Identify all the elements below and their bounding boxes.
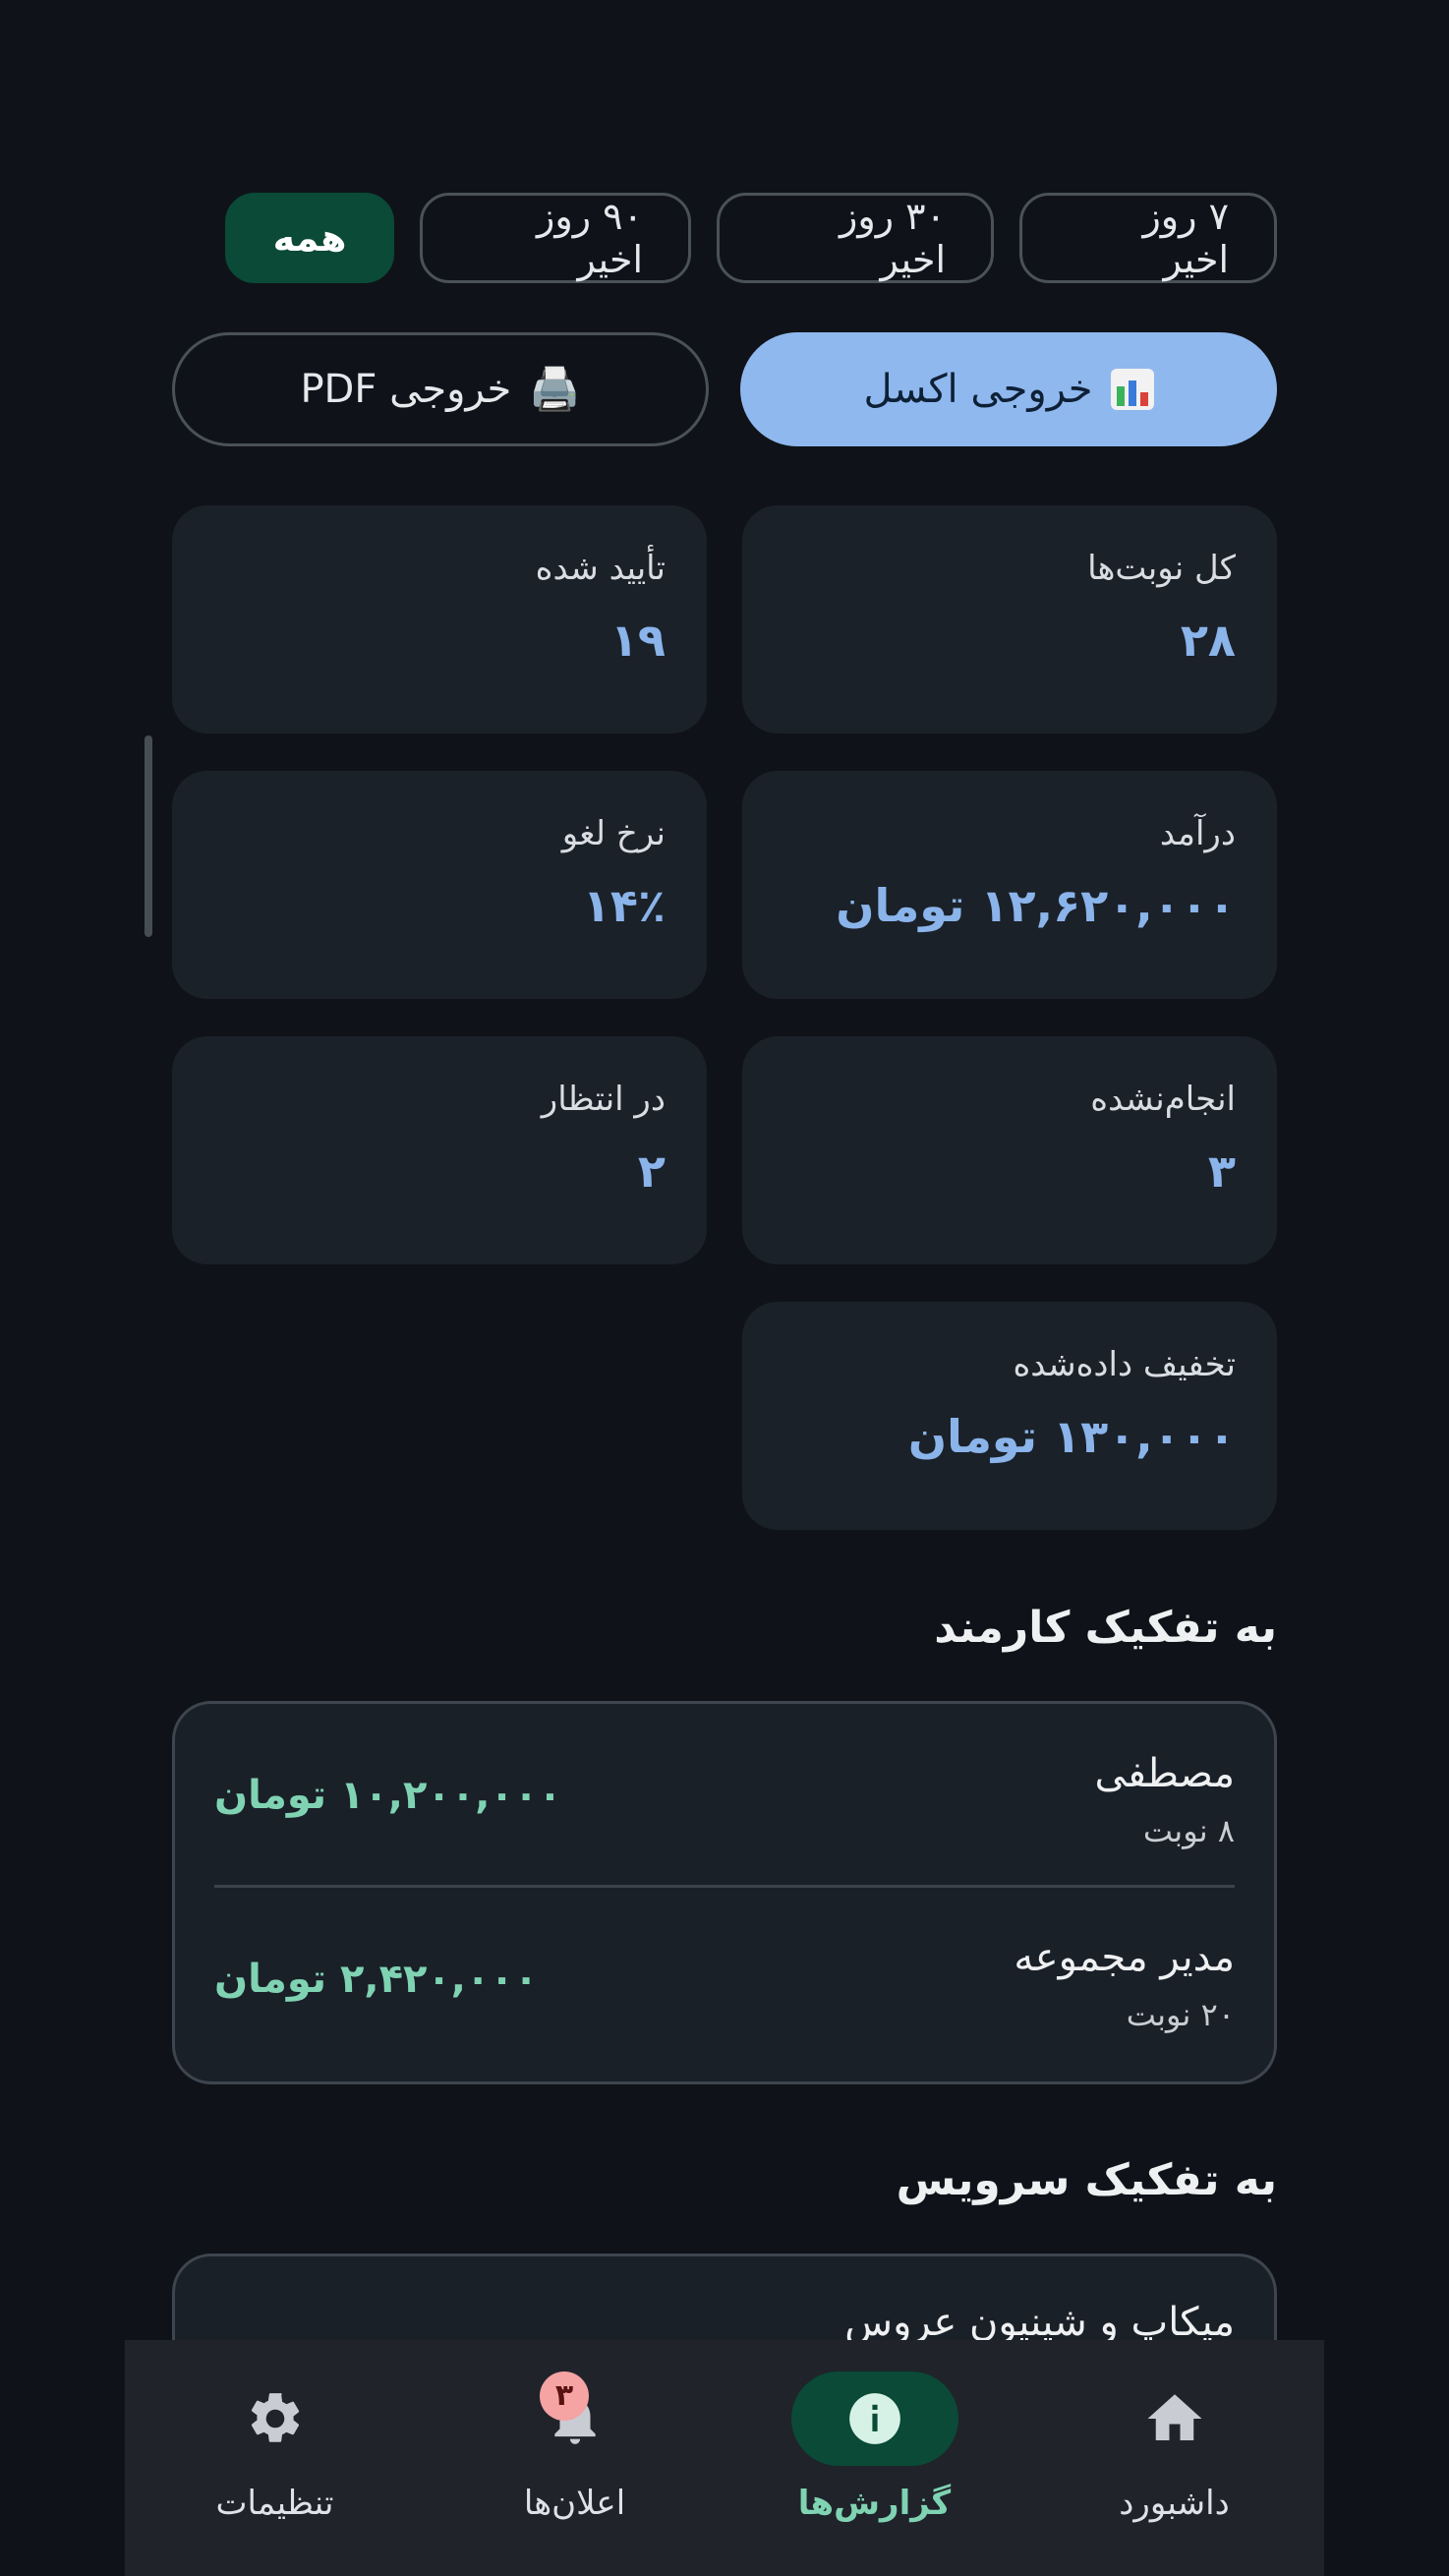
export-excel-label: خروجی اکسل [863,367,1093,412]
staff-name: مصطفی [1094,1751,1236,1796]
nav-label-dashboard: داشبورد [1119,2484,1230,2523]
export-buttons: خروجی اکسل 🖨️ خروجی PDF [172,332,1277,446]
printer-icon: 🖨️ [529,365,581,413]
stat-card-not-done: انجام‌نشده ۳ [742,1036,1277,1264]
stat-value: ۲ [637,1144,666,1198]
stat-value: ۱۲,۶۲۰,۰۰۰ تومان [836,879,1236,932]
stat-card-discount: تخفیف داده‌شده ۱۳۰,۰۰۰ تومان [742,1302,1277,1530]
filter-chip-90-days[interactable]: ۹۰ روز اخیر [420,193,691,283]
stat-label: نرخ لغو [561,814,666,853]
filter-chip-30-days[interactable]: ۳۰ روز اخیر [717,193,994,283]
stat-card-total: کل نوبت‌ها ۲۸ [742,505,1277,733]
list-item: مدیر مجموعه ۲۰ نوبت ۲,۴۲۰,۰۰۰ تومان [214,1885,1235,2069]
export-pdf-button[interactable]: 🖨️ خروجی PDF [172,332,709,446]
nav-item-notifications[interactable]: ۳ اعلان‌ها [425,2340,724,2576]
stat-value: ۱۴٪ [582,879,666,932]
nav-label-settings: تنظیمات [215,2484,334,2523]
staff-amount: ۱۰,۲۰۰,۰۰۰ تومان [214,1773,562,1818]
service-name: میکاپ و شینیون عروس [844,2300,1235,2340]
scrollbar[interactable] [145,735,152,937]
appointment-count: ۸ نوبت [1142,1812,1235,1849]
export-excel-button[interactable]: خروجی اکسل [740,332,1277,446]
bar-chart-icon [1110,369,1154,410]
stat-label: کل نوبت‌ها [1087,549,1236,588]
reports-content: ۷ روز اخیر ۳۰ روز اخیر ۹۰ روز اخیر همه خ… [172,0,1277,2340]
filter-chip-all[interactable]: همه [225,193,394,283]
stat-value: ۳ [1207,1144,1236,1198]
stat-card-revenue: درآمد ۱۲,۶۲۰,۰۰۰ تومان [742,771,1277,999]
stat-card-pending: در انتظار ۲ [172,1036,707,1264]
gear-icon [251,2393,299,2442]
service-breakdown-list: میکاپ و شینیون عروس [172,2254,1277,2340]
appointment-count: ۲۰ نوبت [1126,1996,1235,2033]
nav-label-reports: گزارش‌ها [797,2484,952,2523]
filter-chip-7-days[interactable]: ۷ روز اخیر [1019,193,1277,283]
stat-value: ۱۳۰,۰۰۰ تومان [907,1410,1236,1463]
stat-card-cancel-rate: نرخ لغو ۱۴٪ [172,771,707,999]
stat-label: درآمد [1159,814,1236,853]
nav-item-reports[interactable]: گزارش‌ها [724,2340,1024,2576]
nav-item-settings[interactable]: تنظیمات [125,2340,425,2576]
list-item: مصطفی ۸ نوبت ۱۰,۲۰۰,۰۰۰ تومان [214,1704,1235,1885]
staff-name: مدیر مجموعه [1014,1935,1235,1980]
staff-breakdown-list: مصطفی ۸ نوبت ۱۰,۲۰۰,۰۰۰ تومان مدیر مجموع… [172,1701,1277,2084]
stat-label: تأیید شده [535,549,666,588]
stat-value: ۲۸ [1180,614,1236,667]
stat-label: تخفیف داده‌شده [1013,1345,1236,1384]
stat-value: ۱۹ [609,614,666,667]
bottom-navigation: تنظیمات ۳ اعلان‌ها گزارش‌ها داشبورد [125,2340,1324,2576]
section-title-by-staff: به تفکیک کارمند [934,1603,1277,1653]
list-item: میکاپ و شینیون عروس [214,2256,1235,2340]
nav-item-dashboard[interactable]: داشبورد [1024,2340,1324,2576]
staff-amount: ۲,۴۲۰,۰۰۰ تومان [214,1957,539,2002]
date-filter-chips: ۷ روز اخیر ۳۰ روز اخیر ۹۰ روز اخیر همه [225,193,1277,283]
nav-label-notifications: اعلان‌ها [523,2484,626,2523]
section-title-by-service: به تفکیک سرویس [896,2155,1277,2205]
info-icon [848,2393,900,2444]
export-pdf-label: خروجی PDF [300,367,512,412]
stat-card-confirmed: تأیید شده ۱۹ [172,505,707,733]
stat-label: انجام‌نشده [1090,1080,1236,1119]
stat-label: در انتظار [541,1080,666,1119]
home-icon [1147,2394,1201,2440]
notification-count-badge: ۳ [540,2371,589,2421]
